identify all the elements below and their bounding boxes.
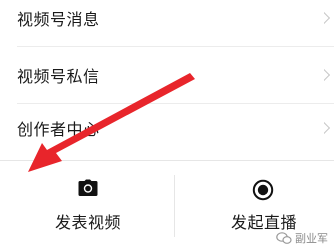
menu-item-label: 创作者中心 [17, 120, 100, 139]
menu-item-channels-private-messages[interactable]: 视频号私信 [0, 47, 334, 103]
watermark: 副业军 [276, 230, 328, 246]
post-video-button[interactable]: 发表视频 [0, 161, 167, 251]
chevron-right-icon [324, 9, 334, 27]
menu-item-channels-messages[interactable]: 视频号消息 [0, 0, 334, 46]
menu-item-label: 视频号消息 [17, 10, 100, 29]
camera-icon [78, 179, 98, 196]
live-record-icon [252, 179, 274, 201]
watermark-logo-icon [276, 232, 292, 244]
menu-item-creator-center[interactable]: 创作者中心 [0, 100, 334, 156]
post-video-label: 发表视频 [55, 213, 122, 232]
chevron-right-icon [324, 119, 334, 137]
menu-item-label: 视频号私信 [17, 67, 100, 86]
chevron-right-icon [324, 66, 334, 84]
watermark-text: 副业军 [295, 232, 328, 245]
